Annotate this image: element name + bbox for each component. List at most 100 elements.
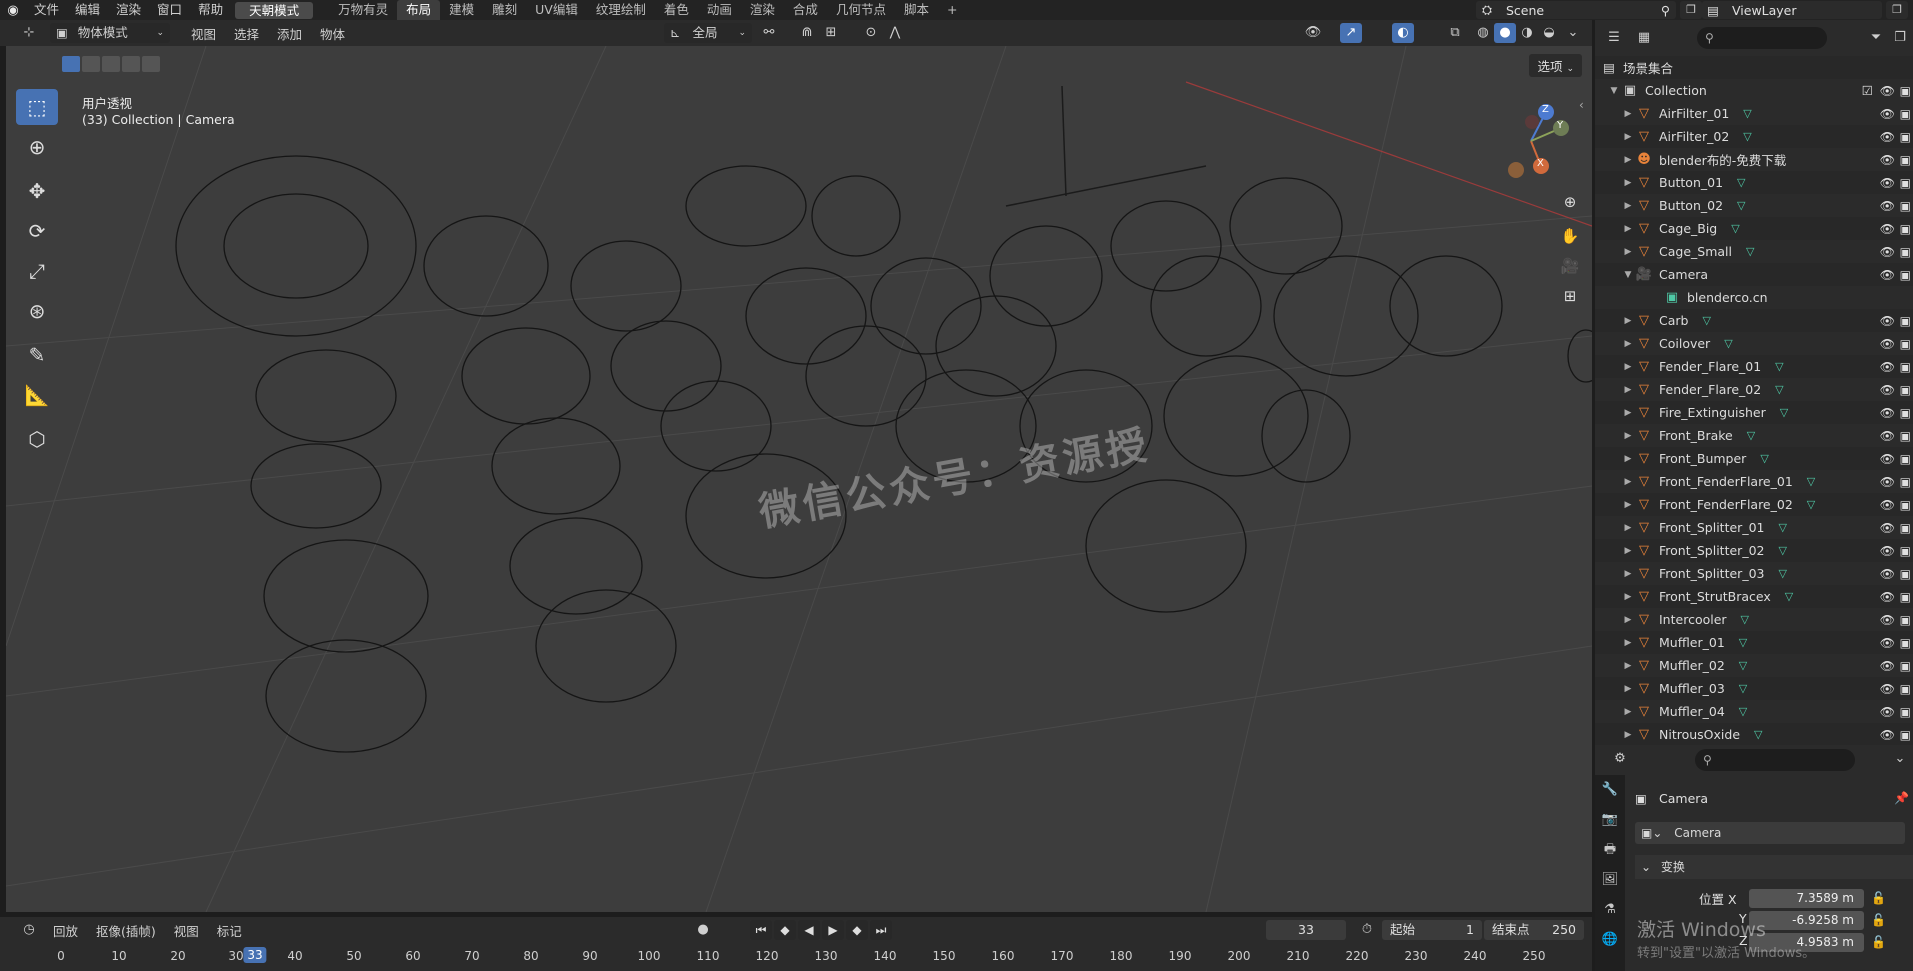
render-camera-icon[interactable]: ▣: [1900, 130, 1911, 144]
pivot-icon[interactable]: ⚯: [758, 23, 780, 43]
menu-help[interactable]: 帮助: [190, 0, 231, 20]
mesh-data-icon[interactable]: ▽: [1778, 567, 1786, 580]
pan-hand-icon[interactable]: ✋: [1556, 222, 1584, 250]
location-x-field[interactable]: 7.3589 m: [1749, 889, 1864, 908]
eye-icon[interactable]: 👁: [1880, 153, 1895, 167]
collapse-arrow-icon[interactable]: ▶: [1621, 155, 1635, 165]
render-camera-icon[interactable]: ▣: [1900, 222, 1911, 236]
menu-marker[interactable]: 标记: [208, 921, 251, 940]
tree-row-object[interactable]: ▶ ▽ AirFilter_01 ▽ 👁 ▣: [1595, 102, 1913, 125]
next-keyframe-icon[interactable]: ◆: [846, 920, 868, 940]
render-camera-icon[interactable]: ▣: [1900, 544, 1911, 558]
mesh-data-icon[interactable]: ▽: [1739, 682, 1747, 695]
collapse-arrow-icon[interactable]: ▶: [1621, 408, 1635, 418]
menu-keying[interactable]: 抠像(插帧): [87, 921, 165, 940]
tree-row-object[interactable]: ▶ ▽ Front_FenderFlare_02 ▽ 👁 ▣: [1595, 493, 1913, 516]
mesh-data-icon[interactable]: ▽: [1731, 222, 1739, 235]
mesh-data-icon[interactable]: ▽: [1737, 176, 1745, 189]
timeline-ruler[interactable]: 0 10 20 30 40 50 60 70 80 90 100 110 120…: [0, 943, 1592, 971]
mesh-data-icon[interactable]: ▽: [1807, 498, 1815, 511]
eye-icon[interactable]: 👁: [1880, 613, 1895, 627]
eye-icon[interactable]: 👁: [1880, 337, 1895, 351]
output-tab-icon[interactable]: 🖶: [1595, 835, 1625, 865]
mesh-data-icon[interactable]: ▽: [1780, 406, 1788, 419]
tab-workspace-0[interactable]: 万物有灵: [329, 0, 397, 20]
eye-icon[interactable]: 👁: [1880, 406, 1895, 420]
tab-workspace-modeling[interactable]: 建模: [440, 0, 483, 20]
ortho-grid-icon[interactable]: ⊞: [1556, 282, 1584, 310]
eye-icon[interactable]: 👁: [1880, 314, 1895, 328]
mesh-data-icon[interactable]: ▽: [1739, 659, 1747, 672]
collapse-arrow-icon[interactable]: ▶: [1621, 454, 1635, 464]
end-frame-field[interactable]: 结束点 250: [1484, 920, 1584, 940]
render-camera-icon[interactable]: ▣: [1900, 383, 1911, 397]
render-tab-icon[interactable]: 📷: [1595, 805, 1625, 835]
shading-solid-icon[interactable]: ●: [1494, 23, 1516, 43]
mesh-data-icon[interactable]: ▽: [1760, 452, 1768, 465]
eye-icon[interactable]: 👁: [1880, 544, 1895, 558]
tab-workspace-shading[interactable]: 着色: [655, 0, 698, 20]
tab-workspace-rendering[interactable]: 渲染: [741, 0, 784, 20]
move-icon[interactable]: ✥: [16, 173, 58, 209]
tree-row-scene-collection[interactable]: ▤ 场景集合: [1595, 56, 1913, 79]
tree-row-object[interactable]: ▶ ▽ Front_Splitter_01 ▽ 👁 ▣: [1595, 516, 1913, 539]
add-workspace-button[interactable]: +: [938, 0, 966, 20]
tab-workspace-animation[interactable]: 动画: [698, 0, 741, 20]
zoom-icon[interactable]: ⊕: [1556, 188, 1584, 216]
eye-icon[interactable]: 👁: [1880, 222, 1895, 236]
cursor-icon[interactable]: ⊕: [16, 129, 58, 165]
menu-select[interactable]: 选择: [225, 24, 268, 43]
render-camera-icon[interactable]: ▣: [1900, 176, 1911, 190]
tree-row-object[interactable]: ▶ ▽ Muffler_02 ▽ 👁 ▣: [1595, 654, 1913, 677]
proportional-edit-icon[interactable]: ⊙: [860, 23, 882, 43]
render-camera-icon[interactable]: ▣: [1900, 590, 1911, 604]
mesh-data-icon[interactable]: ▽: [1741, 613, 1749, 626]
world-tab-icon[interactable]: 🌐: [1595, 925, 1625, 955]
tree-row-object[interactable]: ▼ 🎥 Camera 👁 ▣: [1595, 263, 1913, 286]
start-frame-field[interactable]: 起始 1: [1382, 920, 1482, 940]
tab-workspace-geonodes[interactable]: 几何节点: [827, 0, 895, 20]
tab-workspace-uv[interactable]: UV编辑: [526, 0, 587, 20]
collapse-arrow-icon[interactable]: ▶: [1621, 132, 1635, 142]
scale-icon[interactable]: ⤢: [16, 253, 58, 289]
mesh-data-icon[interactable]: ▽: [1778, 521, 1786, 534]
render-camera-icon[interactable]: ▣: [1900, 337, 1911, 351]
collapse-arrow-icon[interactable]: ▶: [1621, 569, 1635, 579]
collapse-arrow-icon[interactable]: ▶: [1621, 178, 1635, 188]
3d-viewport[interactable]: 用户透视 (33) Collection | Camera ⬚ ⊕ ✥ ⟳ ⤢ …: [6, 46, 1592, 912]
menu-render[interactable]: 渲染: [108, 0, 149, 20]
mesh-data-icon[interactable]: ▽: [1754, 728, 1762, 741]
copy-scene-icon[interactable]: ❐: [1680, 1, 1702, 19]
visibility-icon[interactable]: 👁: [1302, 23, 1324, 43]
eye-icon[interactable]: 👁: [1880, 429, 1895, 443]
pin-icon[interactable]: ⚲: [1661, 3, 1670, 18]
render-camera-icon[interactable]: ▣: [1900, 728, 1911, 742]
collapse-arrow-icon[interactable]: ▶: [1621, 431, 1635, 441]
annotate-icon[interactable]: ✎: [16, 337, 58, 373]
mesh-data-icon[interactable]: ▽: [1746, 245, 1754, 258]
tree-row-object[interactable]: ▶ ▽ Front_StrutBracex ▽ 👁 ▣: [1595, 585, 1913, 608]
object-data-field[interactable]: ▣⌄ Camera: [1635, 822, 1905, 844]
record-icon[interactable]: ●: [692, 920, 714, 940]
tab-workspace-texture[interactable]: 纹理绘制: [587, 0, 655, 20]
tree-row-object[interactable]: ▶ ▽ Coilover ▽ 👁 ▣: [1595, 332, 1913, 355]
render-camera-icon[interactable]: ▣: [1900, 107, 1911, 121]
render-camera-icon[interactable]: ▣: [1900, 360, 1911, 374]
eye-icon[interactable]: 👁: [1880, 682, 1895, 696]
falloff-icon[interactable]: ⋀: [884, 23, 906, 43]
properties-editor-icon[interactable]: ⚙: [1609, 749, 1631, 769]
render-camera-icon[interactable]: ▣: [1900, 659, 1911, 673]
eye-icon[interactable]: 👁: [1880, 199, 1895, 213]
select-extend-icon[interactable]: [82, 56, 100, 72]
collapse-arrow-icon[interactable]: ▶: [1621, 592, 1635, 602]
lock-icon[interactable]: 🔓: [1871, 913, 1886, 927]
collapse-arrow-icon[interactable]: ▶: [1621, 638, 1635, 648]
tree-row-object[interactable]: ▶ ▽ Cage_Small ▽ 👁 ▣: [1595, 240, 1913, 263]
tree-row-object[interactable]: ▶ ▽ Front_Splitter_02 ▽ 👁 ▣: [1595, 539, 1913, 562]
menu-window[interactable]: 窗口: [149, 0, 190, 20]
mode-dropdown[interactable]: ▣ 物体模式 ⌄: [50, 23, 170, 43]
collapse-arrow-icon[interactable]: ▶: [1621, 523, 1635, 533]
lock-icon[interactable]: 🔓: [1871, 935, 1886, 949]
tree-row-object[interactable]: ▶ ▽ NitrousOxide ▽ 👁 ▣: [1595, 723, 1913, 746]
transform-section-header[interactable]: ⌄ 变换: [1635, 855, 1913, 879]
